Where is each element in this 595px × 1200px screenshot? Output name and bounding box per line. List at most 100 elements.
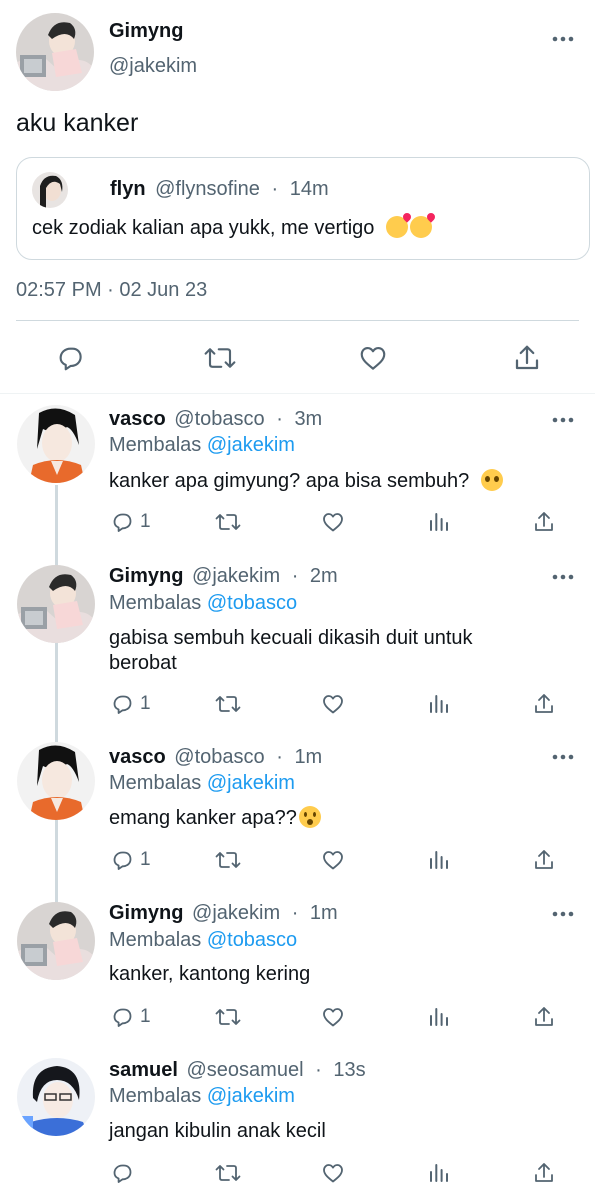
display-name[interactable]: Gimyng (109, 565, 183, 587)
retweet-button[interactable] (214, 692, 242, 716)
views-icon (430, 1164, 448, 1182)
like-button[interactable] (358, 343, 388, 373)
views-button[interactable] (427, 510, 451, 534)
avatar[interactable] (17, 742, 95, 820)
anguished-face-emoji (298, 806, 321, 828)
quote-avatar (32, 172, 68, 208)
reply-count: 1 (140, 693, 151, 714)
like-button[interactable] (321, 692, 345, 716)
smiling-face-with-hearts-emoji (385, 216, 408, 238)
display-name[interactable]: vasco (109, 746, 166, 768)
views-button[interactable] (427, 692, 451, 716)
retweet-icon (215, 852, 241, 868)
heart-icon (323, 1164, 343, 1183)
reply-button[interactable] (55, 343, 85, 373)
share-button[interactable] (532, 1005, 556, 1029)
handle[interactable]: @seosamuel (187, 1059, 304, 1081)
tweet-timestamp[interactable]: 02:57 PM · 02 Jun 23 (16, 279, 207, 302)
views-button[interactable] (427, 848, 451, 872)
share-button[interactable] (532, 848, 556, 872)
retweet-button[interactable] (214, 1005, 242, 1029)
separator-dot: · (315, 1059, 322, 1081)
heart-icon (323, 695, 343, 714)
smiling-face-with-hearts-emoji (409, 216, 432, 238)
retweet-button[interactable] (214, 1161, 242, 1185)
more-icon[interactable] (551, 34, 575, 44)
reply-time[interactable]: 13s (333, 1059, 365, 1081)
avatar[interactable] (17, 565, 95, 643)
quote-handle: @flynsofine (155, 178, 260, 200)
like-button[interactable] (321, 848, 345, 872)
separator-dot: · (291, 565, 299, 587)
like-button[interactable] (321, 1005, 345, 1029)
handle[interactable]: @tobasco (174, 408, 264, 430)
share-button[interactable] (512, 343, 542, 373)
reply-icon (113, 1164, 132, 1183)
tweet-text: aku kanker (16, 109, 139, 137)
views-button[interactable] (427, 1161, 451, 1185)
views-button[interactable] (427, 1005, 451, 1029)
like-button[interactable] (321, 1161, 345, 1185)
reply-text: emang kanker apa?? (109, 807, 297, 829)
avatar[interactable] (17, 902, 95, 980)
reply-icon (113, 513, 132, 532)
avatar[interactable] (16, 13, 94, 91)
share-icon (535, 1007, 553, 1026)
quote-text: cek zodiak kalian apa yukk, me vertigo (32, 217, 375, 239)
reply-button[interactable]: 1 (110, 510, 151, 534)
display-name[interactable]: Gimyng (109, 902, 183, 924)
pleading-face-emoji (480, 469, 503, 491)
handle[interactable]: @jakekim (109, 55, 197, 78)
replying-to-link[interactable]: @tobasco (207, 592, 297, 614)
handle[interactable]: @tobasco (174, 746, 264, 768)
quote-display-name: flyn (110, 178, 146, 200)
reply-time[interactable]: 2m (310, 565, 338, 587)
replying-label: Membalas (109, 592, 202, 614)
retweet-button[interactable] (214, 848, 242, 872)
avatar[interactable] (17, 405, 95, 483)
handle[interactable]: @jakekim (192, 565, 280, 587)
share-button[interactable] (532, 510, 556, 534)
more-icon[interactable] (551, 415, 575, 425)
display-name[interactable]: samuel (109, 1059, 178, 1081)
views-icon (430, 513, 448, 531)
reply-text: kanker apa gimyung? apa bisa sembuh? (109, 470, 470, 492)
retweet-icon (204, 348, 236, 368)
replying-to-link[interactable]: @tobasco (207, 929, 297, 951)
reply-button[interactable]: 1 (110, 1005, 151, 1029)
share-button[interactable] (532, 1161, 556, 1185)
reply-button[interactable]: 1 (110, 692, 151, 716)
share-button[interactable] (532, 692, 556, 716)
share-icon (535, 512, 553, 531)
reply-time[interactable]: 1m (294, 746, 322, 768)
retweet-icon (215, 1009, 241, 1025)
reply-text: gabisa sembuh kecuali dikasih duit untuk… (109, 627, 473, 674)
reply-icon (113, 851, 132, 870)
views-icon (430, 851, 448, 869)
display-name[interactable]: vasco (109, 408, 166, 430)
separator-dot: · (276, 746, 283, 768)
display-name[interactable]: Gimyng (109, 20, 183, 43)
handle[interactable]: @jakekim (192, 902, 280, 924)
more-icon[interactable] (551, 752, 575, 762)
retweet-button[interactable] (214, 510, 242, 534)
reply-button[interactable]: 1 (110, 848, 151, 872)
divider (0, 393, 595, 394)
more-icon[interactable] (551, 572, 575, 582)
reply-time[interactable]: 3m (294, 408, 322, 430)
retweet-icon (215, 1165, 241, 1181)
thread-line (55, 485, 58, 905)
more-icon[interactable] (551, 909, 575, 919)
reply-button[interactable] (110, 1161, 140, 1185)
retweet-icon (215, 514, 241, 530)
reply-icon (113, 695, 132, 714)
quote-card[interactable]: flyn @flynsofine · 14m cek zodiak kalian… (16, 157, 590, 260)
like-button[interactable] (321, 510, 345, 534)
replying-to-link[interactable]: @jakekim (207, 772, 295, 794)
replying-to-link[interactable]: @jakekim (207, 1085, 295, 1107)
avatar[interactable] (17, 1058, 95, 1136)
reply-time[interactable]: 1m (310, 902, 338, 924)
retweet-button[interactable] (202, 343, 238, 373)
replying-to-link[interactable]: @jakekim (207, 434, 295, 456)
reply-icon (59, 347, 82, 371)
